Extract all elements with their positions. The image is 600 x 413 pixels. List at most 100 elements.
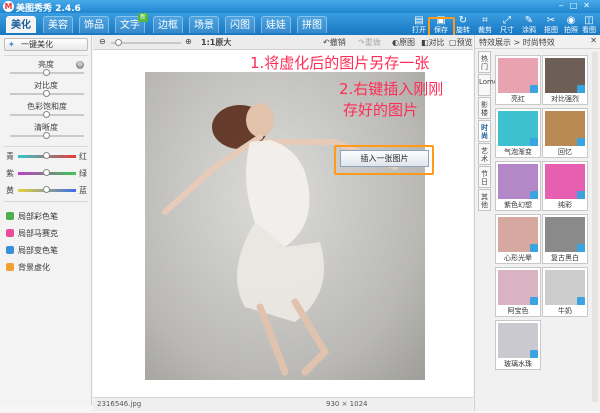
purple-label: 紫	[6, 169, 14, 178]
compare-button[interactable]: ◧对比	[421, 37, 445, 48]
redo-button[interactable]: ↷重做	[358, 37, 381, 48]
divider	[4, 146, 88, 147]
download-icon	[530, 85, 538, 93]
app-logo-icon: M	[3, 1, 14, 12]
effect-thumb[interactable]: 气泡渐变	[495, 108, 541, 158]
edit-toolbar: ⊖ ⊕ 1:1原大 ↶撤销 ↷重做 ◐原图 ◧对比 ▢预览	[93, 35, 473, 50]
resize-icon: ⤢	[503, 15, 511, 26]
sharpness-knob[interactable]	[43, 132, 50, 139]
preview-button[interactable]: ▢预览	[449, 37, 473, 48]
view-icon: ◫	[584, 15, 594, 26]
scissors-icon: ✂	[546, 15, 556, 26]
tab-beauty[interactable]: 美容	[43, 16, 73, 33]
effect-thumb[interactable]: 对比强烈	[542, 55, 588, 105]
tab-holiday[interactable]: 节日	[478, 166, 491, 188]
effects-scrollbar[interactable]	[592, 52, 598, 402]
divider	[4, 201, 88, 202]
one-key-beautify-button[interactable]: ✦ 一键美化	[4, 38, 88, 51]
original-button[interactable]: ◐原图	[392, 37, 415, 48]
tab-hot[interactable]: 热门	[478, 51, 491, 73]
local-color-pen-link[interactable]: 局部彩色笔	[18, 211, 58, 222]
yellow-label: 黄	[6, 186, 14, 195]
resize-button[interactable]: ⤢ 尺寸	[496, 16, 518, 35]
effect-thumb[interactable]: 回忆	[542, 108, 588, 158]
green-label: 绿	[79, 169, 87, 178]
annotation-step3: 存好的图片	[343, 101, 419, 119]
tab-fashion[interactable]: 时尚	[478, 120, 491, 142]
local-recolor-pen-link[interactable]: 局部变色笔	[18, 245, 58, 256]
effect-thumb[interactable]: 玻璃水珠	[495, 320, 541, 370]
download-icon	[577, 191, 585, 199]
close-icon[interactable]: ✕	[590, 36, 597, 45]
zoom-knob[interactable]	[115, 39, 122, 46]
crop-button[interactable]: ⌗ 裁剪	[474, 16, 496, 35]
title-bar: M 美图秀秀 2.4.6 ‒□✕	[0, 0, 600, 14]
effects-category-tabs: 热门 Lomo 影楼 时尚 艺术 节日 其他	[478, 51, 498, 212]
effect-thumb[interactable]: 紫色幻想	[495, 161, 541, 211]
blur-icon	[6, 263, 14, 271]
tab-lomo[interactable]: Lomo	[478, 74, 498, 96]
color-pen-icon	[6, 212, 14, 220]
effect-thumb[interactable]: 复古黑白	[542, 214, 588, 264]
background-blur-link[interactable]: 背景虚化	[18, 262, 50, 273]
image-dimensions: 930 × 1024	[326, 400, 368, 408]
download-icon	[577, 244, 585, 252]
folder-icon: ▤	[414, 15, 424, 26]
download-icon	[577, 85, 585, 93]
magic-wand-icon: ✦	[8, 40, 15, 49]
blue-label: 蓝	[79, 186, 87, 195]
cyan-red-knob[interactable]	[43, 152, 50, 159]
effect-thumb[interactable]: 牛奶	[542, 267, 588, 317]
tab-flash[interactable]: 闪图	[225, 16, 255, 33]
tab-scene[interactable]: 场景	[189, 16, 219, 33]
saturation-knob[interactable]	[43, 111, 50, 118]
insert-image-menu-item[interactable]: 插入一张图片	[340, 150, 429, 167]
annotation-step2: 2.右键插入刚刚	[339, 80, 444, 98]
download-icon	[577, 297, 585, 305]
pen-icon: ✎	[524, 15, 534, 26]
download-icon	[530, 138, 538, 146]
tab-frame[interactable]: 边框	[153, 16, 183, 33]
doodle-button[interactable]: ✎ 涂鸦	[518, 16, 540, 35]
effect-thumb[interactable]: 心形光晕	[495, 214, 541, 264]
annotation-step1: 1.将虚化后的图片另存一张	[250, 54, 430, 72]
red-label: 红	[79, 152, 87, 161]
open-button[interactable]: ▤ 打开	[408, 16, 430, 35]
undo-button[interactable]: ↶撤销	[323, 37, 346, 48]
brightness-knob[interactable]	[43, 69, 50, 76]
yellow-blue-knob[interactable]	[43, 186, 50, 193]
rotate-icon: ↻	[458, 15, 468, 26]
download-icon	[530, 350, 538, 358]
download-icon	[530, 244, 538, 252]
status-bar: 2316546.jpg 930 × 1024	[93, 397, 473, 411]
local-mosaic-link[interactable]: 局部马赛克	[18, 228, 58, 239]
effects-breadcrumb: 特效展示 > 时尚特效 ✕	[475, 35, 600, 49]
main-toolbar: 美化 美容 饰品 文字新 边框 场景 闪图 娃娃 拼图 ▤ 打开 ▣ 保存 ↻ 旋转 …	[0, 13, 600, 45]
divider	[4, 55, 88, 56]
view-button[interactable]: ◫ 看图	[578, 16, 600, 35]
effect-thumb[interactable]: 阿宝色	[495, 267, 541, 317]
download-icon	[530, 191, 538, 199]
tab-beautify[interactable]: 美化	[6, 16, 36, 33]
zoom-in-icon[interactable]: ⊕	[185, 37, 192, 46]
gear-icon[interactable]: ⚙	[76, 61, 84, 69]
file-name: 2316546.jpg	[97, 400, 142, 408]
tab-accessories[interactable]: 饰品	[79, 16, 109, 33]
zoom-out-icon[interactable]: ⊖	[99, 37, 106, 46]
tab-studio[interactable]: 影楼	[478, 97, 491, 119]
tab-text[interactable]: 文字新	[115, 13, 148, 33]
tab-collage[interactable]: 拼图	[297, 16, 327, 33]
effect-thumb[interactable]: 纯彩	[542, 161, 588, 211]
rotate-button[interactable]: ↻ 旋转	[452, 16, 474, 35]
window-controls[interactable]: ‒□✕	[559, 1, 596, 10]
adjust-sidebar: ✦ 一键美化 ⚙ 亮度 对比度 色彩饱和度 清晰度 青 红 紫 绿 黄 蓝 局部…	[0, 35, 92, 405]
cyan-label: 青	[6, 152, 14, 161]
tab-art[interactable]: 艺术	[478, 143, 491, 165]
actual-size-button[interactable]: 1:1原大	[201, 37, 231, 48]
purple-green-knob[interactable]	[43, 169, 50, 176]
cutout-button[interactable]: ✂ 抠图	[540, 16, 562, 35]
tab-other[interactable]: 其他	[478, 189, 491, 211]
contrast-knob[interactable]	[43, 90, 50, 97]
tab-doll[interactable]: 娃娃	[261, 16, 291, 33]
effect-thumb[interactable]: 亮红	[495, 55, 541, 105]
